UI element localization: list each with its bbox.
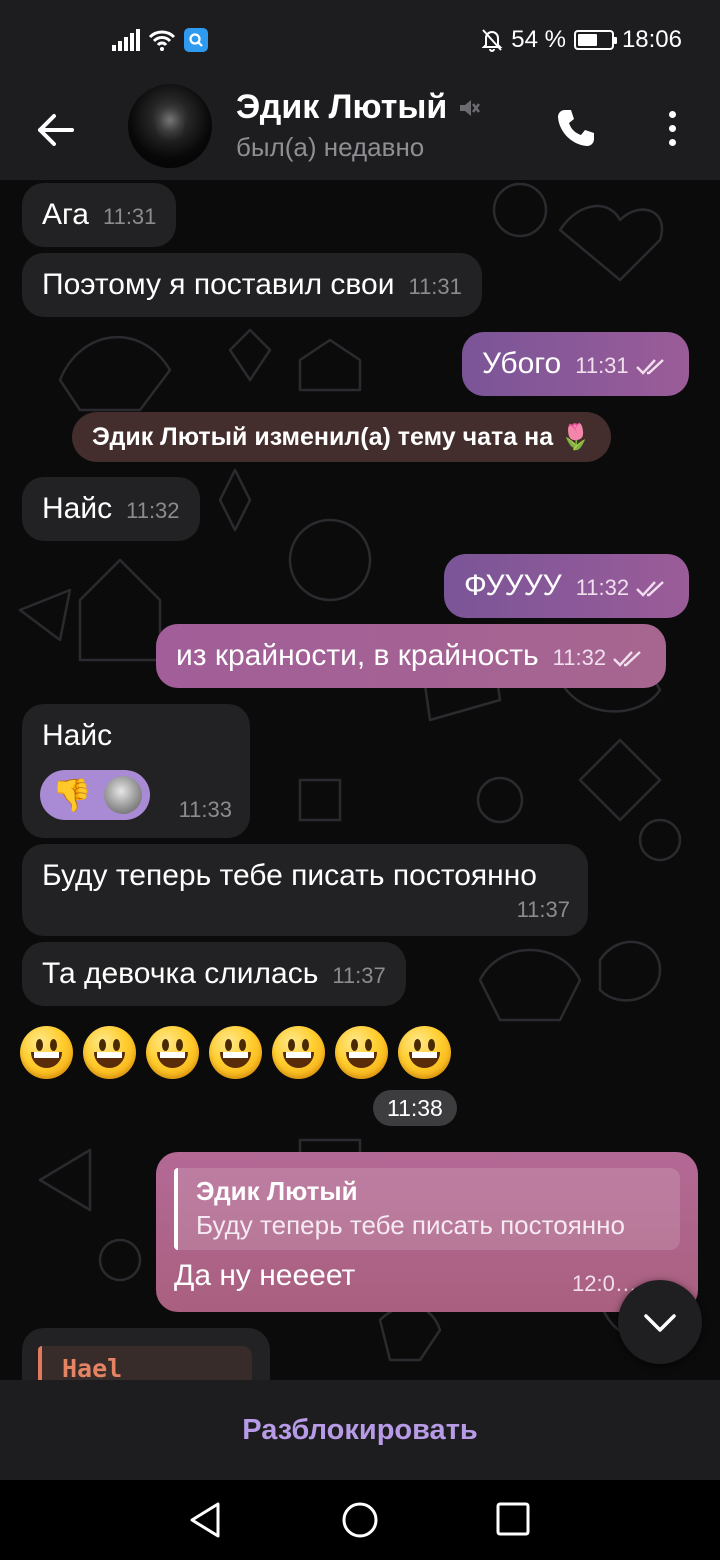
message-text: из крайности, в крайность bbox=[176, 639, 539, 672]
nav-recents-icon[interactable] bbox=[494, 1500, 534, 1540]
reply-text: Буду теперь тебе писать постоянно bbox=[196, 1210, 625, 1240]
message-text: ФУУУУ bbox=[464, 569, 562, 602]
mute-icon bbox=[460, 99, 481, 116]
back-arrow-icon[interactable] bbox=[28, 102, 84, 158]
scroll-down-button[interactable] bbox=[618, 1280, 702, 1364]
chat-area[interactable]: Ага 11:31 Поэтому я поставил свои 11:31 … bbox=[0, 180, 720, 1380]
message-outgoing-reply[interactable]: Эдик Лютый Буду теперь тебе писать посто… bbox=[156, 1152, 698, 1312]
message-text: Найс bbox=[42, 492, 113, 525]
message-outgoing[interactable]: Убого 11:31 bbox=[462, 332, 689, 396]
emoji-message-time: 11:38 bbox=[373, 1090, 457, 1126]
unblock-button[interactable]: Разблокировать bbox=[0, 1380, 720, 1480]
message-incoming[interactable]: Поэтому я поставил свои 11:31 bbox=[22, 253, 482, 317]
message-time: 11:37 bbox=[332, 963, 386, 988]
contact-avatar[interactable] bbox=[128, 84, 212, 168]
status-right: 54 % 18:06 bbox=[481, 26, 682, 54]
bottom-bar: Разблокировать bbox=[0, 1380, 720, 1480]
message-text: Буду теперь тебе писать постоянно bbox=[42, 859, 537, 892]
status-bar: 54 % 18:06 bbox=[0, 0, 720, 84]
message-time: 11:31 bbox=[408, 274, 462, 299]
grinning-face-emoji bbox=[83, 1026, 136, 1079]
thumbs-down-icon: 👎 bbox=[52, 777, 92, 813]
message-text: Найс bbox=[42, 719, 113, 752]
contact-status: был(а) недавно bbox=[236, 132, 425, 162]
message-time: 11:32 bbox=[126, 498, 180, 523]
more-vertical-icon[interactable] bbox=[650, 104, 694, 152]
message-time: 11:37 bbox=[516, 897, 570, 922]
service-message-text: Эдик Лютый изменил(а) тему чата на 🌷 bbox=[92, 422, 592, 451]
signal-icon bbox=[112, 29, 140, 51]
status-left bbox=[112, 28, 208, 52]
nav-back-icon[interactable] bbox=[186, 1500, 226, 1540]
chevron-down-icon bbox=[644, 1314, 676, 1332]
message-time: 11:32 bbox=[552, 645, 607, 670]
app-notification-icon bbox=[184, 28, 208, 52]
nav-home-icon[interactable] bbox=[340, 1500, 380, 1540]
battery-percent: 54 % bbox=[511, 26, 566, 53]
silent-bell-icon bbox=[481, 29, 503, 52]
message-time: 11:33 bbox=[178, 797, 232, 822]
status-time: 18:06 bbox=[621, 26, 682, 53]
message-text: Та девочка слилась bbox=[42, 957, 319, 990]
reactor-avatar bbox=[104, 776, 142, 814]
reply-author: Эдик Лютый bbox=[196, 1176, 358, 1206]
message-incoming[interactable]: Найс 11:32 bbox=[22, 477, 200, 541]
chat-header: Эдик Лютый был(а) недавно bbox=[0, 84, 720, 180]
message-text: Ага bbox=[42, 198, 89, 231]
reply-author: Hael bbox=[62, 1354, 123, 1380]
wifi-icon bbox=[148, 30, 176, 51]
grinning-face-emoji bbox=[209, 1026, 262, 1079]
grinning-face-emoji bbox=[398, 1026, 451, 1079]
grinning-face-emoji bbox=[20, 1026, 73, 1079]
message-text: Убого bbox=[482, 347, 562, 380]
reaction-pill[interactable]: 👎 bbox=[40, 770, 150, 820]
message-incoming[interactable]: Та девочка слилась 11:37 bbox=[22, 942, 406, 1006]
message-text: Поэтому я поставил свои bbox=[42, 268, 395, 301]
message-incoming[interactable]: Буду теперь тебе писать постоянно 11:37 bbox=[22, 844, 588, 936]
grinning-face-emoji bbox=[272, 1026, 325, 1079]
message-incoming-reply[interactable]: Hael bbox=[22, 1328, 270, 1380]
contact-name: Эдик Лютый bbox=[236, 88, 448, 126]
reply-quote[interactable]: Эдик Лютый Буду теперь тебе писать посто… bbox=[174, 1168, 680, 1250]
system-nav-bar bbox=[0, 1480, 720, 1560]
message-outgoing[interactable]: ФУУУУ 11:32 bbox=[444, 554, 690, 618]
message-time: 11:31 bbox=[102, 204, 157, 229]
message-time: 11:32 bbox=[575, 575, 630, 600]
double-check-icon bbox=[635, 359, 664, 375]
message-incoming[interactable]: Найс 👎 11:33 bbox=[22, 704, 250, 838]
contact-title[interactable]: Эдик Лютый bbox=[236, 88, 481, 127]
message-outgoing[interactable]: из крайности, в крайность 11:32 bbox=[156, 624, 667, 688]
message-time: 11:31 bbox=[575, 353, 629, 378]
phone-icon[interactable] bbox=[552, 104, 600, 152]
message-text: Да ну нееeет bbox=[174, 1259, 356, 1292]
message-incoming[interactable]: Ага 11:31 bbox=[22, 183, 177, 247]
reply-quote[interactable]: Hael bbox=[38, 1346, 252, 1380]
double-check-icon bbox=[636, 581, 664, 597]
grinning-face-emoji bbox=[146, 1026, 199, 1079]
grinning-face-emoji bbox=[335, 1026, 388, 1079]
emoji-message[interactable] bbox=[20, 1026, 451, 1079]
service-message: Эдик Лютый изменил(а) тему чата на 🌷 bbox=[72, 412, 612, 462]
battery-icon bbox=[573, 30, 617, 50]
double-check-icon bbox=[613, 651, 641, 667]
